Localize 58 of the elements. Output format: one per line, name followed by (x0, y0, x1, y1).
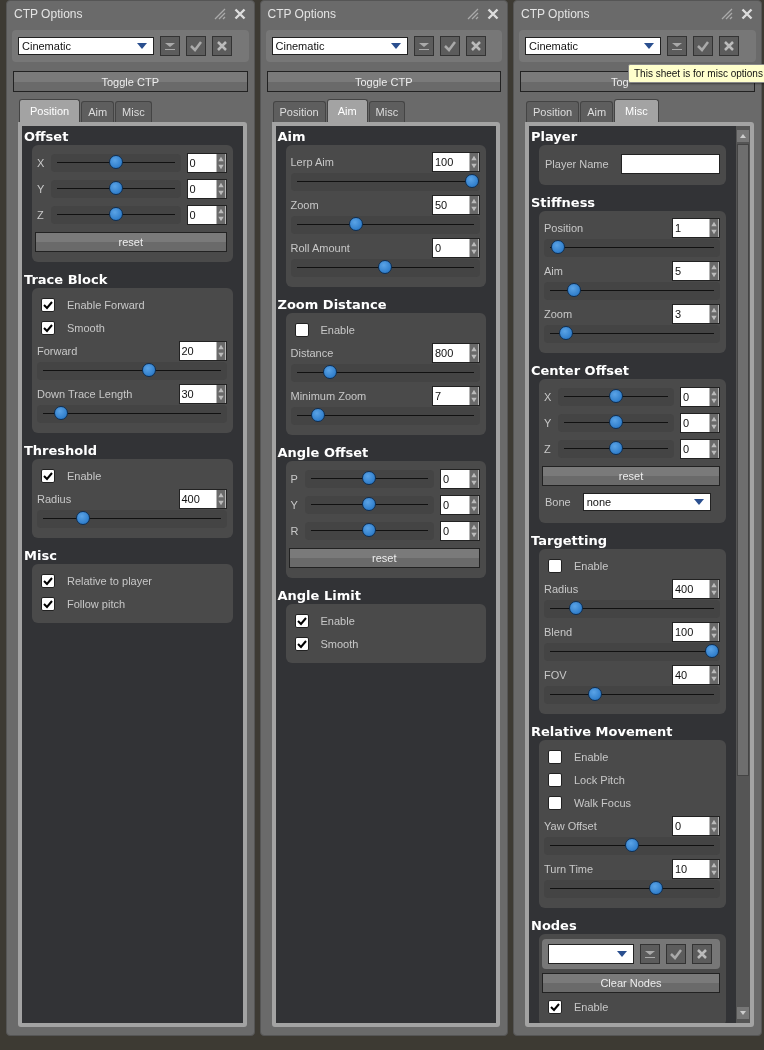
tooltip: This sheet is for misc options (628, 64, 764, 83)
field-label: Bone (545, 495, 571, 508)
slider-label: Aim (544, 265, 563, 277)
section-heading: Player (531, 128, 579, 145)
slider-label: Roll Amount (290, 242, 350, 254)
checkbox-label: Enable (67, 469, 102, 482)
section-heading: Center Offset (531, 362, 630, 379)
checkbox-label: Enable (320, 614, 355, 627)
window-title: CTP Options (14, 7, 84, 21)
slider-label: Minimum Zoom (290, 390, 367, 402)
slider-label: Position (544, 222, 584, 234)
window-title: CTP Options (267, 7, 337, 21)
checkbox-label: Enable Forward (67, 298, 145, 311)
slider-label: FOV (544, 669, 567, 681)
section-heading: Angle Limit (277, 587, 362, 604)
section-heading: Relative Movement (531, 723, 674, 740)
checkbox-label: Relative to player (67, 574, 152, 587)
axis-label: P (290, 473, 299, 485)
axis-label: Y (37, 183, 45, 195)
checkbox-label: Enable (320, 323, 355, 336)
checkbox-label: Smooth (67, 321, 105, 334)
slider-label: Radius (37, 493, 72, 505)
axis-label: X (37, 157, 45, 169)
section-heading: Misc (24, 547, 58, 564)
slider-label: Zoom (290, 199, 319, 211)
axis-label: Z (37, 209, 45, 221)
section-heading: Targetting (531, 532, 608, 549)
section-heading: Offset (24, 128, 70, 145)
section-heading: Zoom Distance (277, 296, 388, 313)
section-heading: Angle Offset (277, 444, 370, 461)
slider-label: Down Trace Length (37, 388, 133, 400)
checkbox-label: Walk Focus (574, 796, 632, 809)
slider-label: Turn Time (544, 863, 594, 875)
section-heading: Threshold (24, 442, 99, 459)
slider-label: Forward (37, 345, 78, 357)
slider-label: Yaw Offset (544, 820, 597, 832)
section-heading: Aim (277, 128, 307, 145)
checkbox-label: Enable (574, 750, 609, 763)
checkbox-label: Enable (574, 1000, 609, 1013)
checkbox-label: Follow pitch (67, 597, 126, 610)
checkbox-label: Enable (574, 559, 609, 572)
axis-label: X (544, 391, 552, 403)
slider-label: Radius (544, 583, 579, 595)
slider-label: Blend (544, 626, 573, 638)
axis-label: Y (544, 417, 552, 429)
slider-label: Distance (290, 347, 334, 359)
checkbox-label: Lock Pitch (574, 773, 625, 786)
window-title: CTP Options (521, 7, 591, 21)
axis-label: Z (544, 443, 552, 455)
slider-label: Lerp Aim (290, 156, 334, 168)
section-heading: Stiffness (531, 194, 597, 211)
checkbox-label: Smooth (320, 637, 359, 650)
section-heading: Trace Block (24, 271, 109, 288)
axis-label: Y (290, 499, 299, 511)
section-heading: Nodes (531, 917, 578, 934)
slider-label: Zoom (544, 308, 573, 320)
field-label: Player Name (545, 157, 609, 170)
axis-label: R (290, 525, 299, 537)
